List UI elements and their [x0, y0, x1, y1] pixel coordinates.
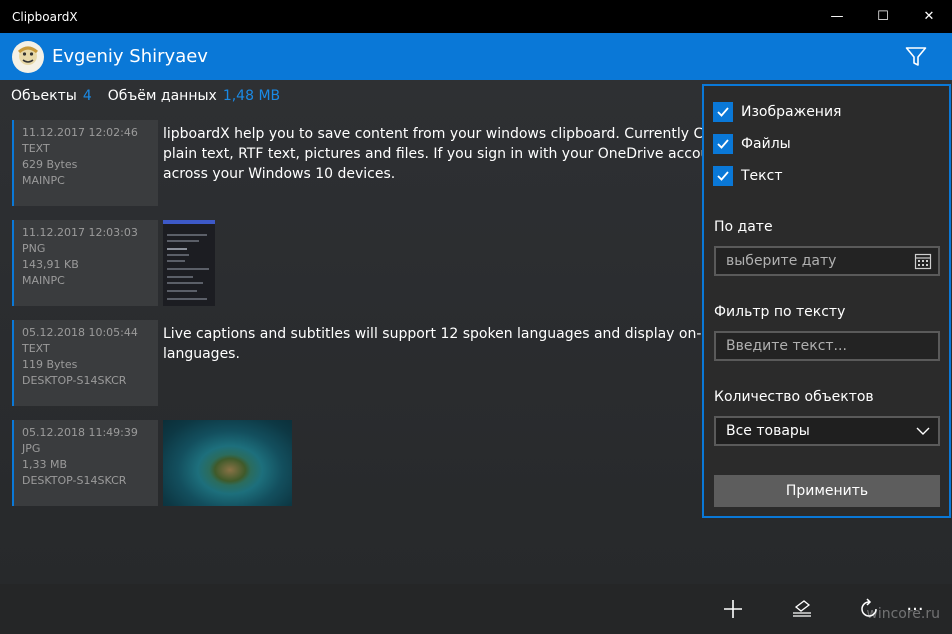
item-date: 05.12.2018 11:49:39 [22, 426, 138, 439]
checkbox-checked-icon [713, 166, 733, 186]
count-label: Количество объектов [714, 389, 874, 405]
add-button[interactable] [718, 594, 748, 624]
checkbox-label: Изображения [741, 104, 842, 120]
item-text-line: plain text, RTF text, pictures and files… [163, 146, 750, 162]
item-meta: 11.12.2017 12:02:46 TEXT 629 Bytes MAINP… [12, 120, 158, 206]
date-filter-label: По дате [714, 219, 773, 235]
item-device: DESKTOP-S14SKCR [22, 474, 127, 487]
objects-label: Объекты [11, 88, 77, 104]
minimize-icon: — [830, 9, 844, 24]
filter-panel: Изображения Файлы Текст По дате выберите… [702, 84, 951, 518]
objects-count: 4 [82, 88, 92, 104]
item-text-line: lipboardX help you to save content from … [163, 126, 738, 142]
checkbox-checked-icon [713, 102, 733, 122]
close-button[interactable]: ✕ [906, 0, 952, 33]
text-filter-label: Фильтр по тексту [714, 304, 846, 320]
avatar[interactable] [12, 40, 44, 73]
date-placeholder: выберите дату [726, 253, 837, 269]
chevron-down-icon [916, 427, 930, 435]
avatar-icon [18, 46, 38, 65]
phone-screenshot-thumbnail [163, 220, 215, 306]
item-image [163, 420, 292, 506]
count-select[interactable]: Все товары [714, 416, 940, 446]
close-icon: ✕ [923, 9, 935, 24]
item-meta: 05.12.2018 10:05:44 TEXT 119 Bytes DESKT… [12, 320, 158, 406]
item-text-line: across your Windows 10 devices. [163, 166, 396, 182]
item-text: Live captions and subtitles will support… [163, 320, 739, 406]
clear-button[interactable] [787, 594, 817, 624]
maximize-icon: ☐ [877, 9, 889, 24]
item-type: TEXT [22, 142, 50, 155]
filter-button[interactable] [896, 37, 936, 77]
clipboard-item[interactable]: 05.12.2018 10:05:44 TEXT 119 Bytes DESKT… [12, 320, 739, 406]
command-bar: ··· wincore.ru [0, 584, 952, 634]
text-filter-input[interactable]: Введите текст... [714, 331, 940, 361]
item-type: PNG [22, 242, 46, 255]
item-image [163, 220, 215, 306]
item-text: lipboardX help you to save content from … [163, 120, 750, 206]
item-device: DESKTOP-S14SKCR [22, 374, 127, 387]
checkbox-images[interactable]: Изображения [713, 102, 841, 122]
item-size: 119 Bytes [22, 358, 78, 371]
title-bar: ClipboardX — ☐ ✕ [0, 0, 952, 33]
item-device: MAINPC [22, 174, 65, 187]
checkbox-label: Файлы [741, 136, 791, 152]
date-picker[interactable]: выберите дату [714, 246, 940, 276]
filter-icon [905, 46, 927, 66]
text-filter-placeholder: Введите текст... [726, 338, 847, 354]
item-date: 11.12.2017 12:02:46 [22, 126, 138, 139]
watermark: wincore.ru [866, 606, 940, 622]
minimize-button[interactable]: — [814, 0, 860, 33]
clipboard-item[interactable]: 11.12.2017 12:02:46 TEXT 629 Bytes MAINP… [12, 120, 750, 206]
item-type: TEXT [22, 342, 50, 355]
item-date: 05.12.2018 10:05:44 [22, 326, 138, 339]
window-title: ClipboardX [12, 9, 78, 24]
data-size-label: Объём данных [107, 88, 217, 104]
stats-bar: Объекты 4 Объём данных 1,48 MB [11, 88, 290, 104]
eraser-icon [793, 600, 811, 617]
clipboard-item[interactable]: 05.12.2018 11:49:39 JPG 1,33 MB DESKTOP-… [12, 420, 292, 506]
item-size: 143,91 KB [22, 258, 79, 271]
island-photo-thumbnail [163, 420, 292, 506]
item-meta: 11.12.2017 12:03:03 PNG 143,91 KB MAINPC [12, 220, 158, 306]
item-size: 629 Bytes [22, 158, 78, 171]
item-text-line: Live captions and subtitles will support… [163, 326, 740, 342]
apply-button[interactable]: Применить [714, 475, 940, 507]
app-header: Evgeniy Shiryaev [0, 33, 952, 80]
item-size: 1,33 MB [22, 458, 68, 471]
item-text-line: languages. [163, 346, 240, 362]
user-name: Evgeniy Shiryaev [52, 46, 208, 67]
clipboard-item[interactable]: 11.12.2017 12:03:03 PNG 143,91 KB MAINPC [12, 220, 215, 306]
plus-icon [724, 600, 742, 618]
item-device: MAINPC [22, 274, 65, 287]
checkbox-label: Текст [741, 168, 783, 184]
calendar-icon [914, 253, 932, 270]
checkbox-files[interactable]: Файлы [713, 134, 791, 154]
data-size-value: 1,48 MB [222, 88, 281, 104]
maximize-button[interactable]: ☐ [860, 0, 906, 33]
checkbox-text[interactable]: Текст [713, 166, 782, 186]
count-selected-value: Все товары [726, 423, 810, 439]
item-type: JPG [22, 442, 41, 455]
item-date: 11.12.2017 12:03:03 [22, 226, 138, 239]
checkbox-checked-icon [713, 134, 733, 154]
item-meta: 05.12.2018 11:49:39 JPG 1,33 MB DESKTOP-… [12, 420, 158, 506]
